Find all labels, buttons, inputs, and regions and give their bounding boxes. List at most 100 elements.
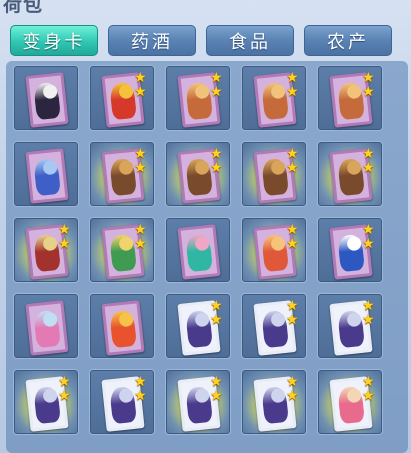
pink-fairy-card-icon [25,300,69,356]
star-icon: ★ [210,70,223,86]
character-figure [185,81,213,121]
inventory-slot[interactable]: ★ ★ [241,141,307,207]
character-head [42,83,58,100]
character-head [270,83,286,100]
character-head [194,83,210,100]
item-grid: ★ ★ ★ ★ ★ ★ ★ ★ ★ ★ ★ ★ ★ ★ ★ ★ ★ ★ ★ ★ ★ ★ ★ ★ ★ ★ ★ ★ ★ ★ ★ ★ ★ ★ ★ ★ ★ ★ ★ ★ [6,61,408,453]
inventory-slot[interactable]: ★ ★ [165,65,231,131]
inventory-slot[interactable] [165,217,231,283]
star-icon: ★ [58,222,71,238]
inventory-slot[interactable]: ★ ★ [317,65,383,131]
star-icon: ★ [210,388,223,404]
star-icon: ★ [362,222,375,238]
tab-food[interactable]: 食品 [206,25,294,56]
star-rating: ★ ★ [362,147,376,175]
inventory-slot[interactable]: ★ ★ [241,369,307,435]
star-rating: ★ ★ [58,375,72,403]
character-figure [261,81,289,121]
character-figure [33,233,61,273]
star-rating: ★ ★ [134,223,148,251]
star-icon: ★ [210,312,223,328]
star-rating: ★ ★ [362,71,376,99]
inventory-slot[interactable] [13,65,79,131]
tab-farm-products[interactable]: 农产 [304,25,392,56]
character-head [118,311,134,328]
inventory-slot[interactable]: ★ ★ [317,217,383,283]
inventory-slot[interactable]: ★ ★ [89,141,155,207]
tab-transform-cards[interactable]: 变身卡 [10,25,98,56]
panel-title: 荷包 [3,0,44,16]
star-icon: ★ [286,70,299,86]
character-figure [33,385,61,425]
star-rating: ★ ★ [134,375,148,403]
character-figure [261,233,289,273]
star-icon: ★ [134,84,147,100]
star-icon: ★ [134,222,147,238]
character-head [42,387,58,404]
inventory-slot[interactable]: ★ ★ [241,293,307,359]
star-rating: ★ ★ [210,375,224,403]
star-rating: ★ ★ [286,147,300,175]
character-figure [185,157,213,197]
inventory-slot[interactable]: ★ ★ [13,217,79,283]
star-icon: ★ [210,374,223,390]
star-rating: ★ ★ [134,147,148,175]
dark-warrior-card-icon [25,72,69,128]
character-figure [337,385,365,425]
character-figure [109,385,137,425]
character-head [346,83,362,100]
character-figure [33,157,61,197]
inventory-slot[interactable]: ★ ★ [317,293,383,359]
star-icon: ★ [134,388,147,404]
inventory-panel: 荷包 变身卡 药酒 食品 农产 ★ ★ ★ ★ ★ ★ ★ ★ ★ ★ ★ ★ ★ ★ ★ ★ ★ ★ ★ ★ ★ ★ ★ ★… [0,0,411,453]
character-head [346,387,362,404]
character-head [118,235,134,252]
star-icon: ★ [362,374,375,390]
inventory-slot[interactable]: ★ ★ [241,217,307,283]
inventory-slot[interactable]: ★ ★ [13,369,79,435]
blue-fox-card-icon [25,148,69,204]
star-rating: ★ ★ [286,71,300,99]
character-head [270,159,286,176]
character-figure [33,81,61,121]
star-icon: ★ [362,298,375,314]
star-icon: ★ [58,388,71,404]
star-rating: ★ ★ [58,223,72,251]
character-head [194,311,210,328]
inventory-slot[interactable]: ★ ★ [89,217,155,283]
character-figure [33,309,61,349]
star-icon: ★ [286,374,299,390]
star-icon: ★ [286,312,299,328]
inventory-slot[interactable]: ★ ★ [89,65,155,131]
inventory-slot[interactable]: ★ ★ [241,65,307,131]
inventory-slot[interactable] [13,141,79,207]
star-rating: ★ ★ [210,147,224,175]
character-figure [337,81,365,121]
star-rating: ★ ★ [210,71,224,99]
character-head [42,311,58,328]
character-head [194,387,210,404]
inventory-slot[interactable]: ★ ★ [165,293,231,359]
character-head [270,311,286,328]
phoenix-card-icon [101,300,145,356]
star-rating: ★ ★ [286,223,300,251]
inventory-slot[interactable] [89,293,155,359]
inventory-slot[interactable]: ★ ★ [89,369,155,435]
inventory-slot[interactable]: ★ ★ [165,369,231,435]
star-icon: ★ [286,236,299,252]
character-figure [109,81,137,121]
character-figure [109,309,137,349]
character-figure [109,233,137,273]
inventory-slot[interactable]: ★ ★ [165,141,231,207]
character-figure [337,157,365,197]
tab-medicine-wine[interactable]: 药酒 [108,25,196,56]
star-icon: ★ [58,236,71,252]
inventory-slot[interactable] [13,293,79,359]
star-icon: ★ [362,312,375,328]
star-icon: ★ [210,84,223,100]
inventory-slot[interactable]: ★ ★ [317,141,383,207]
star-icon: ★ [58,374,71,390]
star-icon: ★ [362,236,375,252]
inventory-slot[interactable]: ★ ★ [317,369,383,435]
character-head [270,387,286,404]
